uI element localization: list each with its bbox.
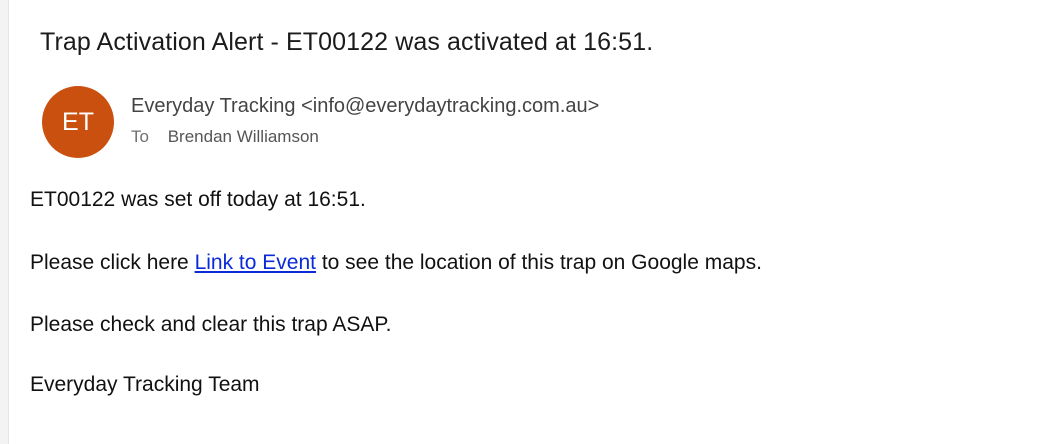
link-suffix-text: to see the location of this trap on Goog…: [315, 251, 762, 274]
avatar-initials: ET: [62, 107, 94, 136]
reading-pane-left-border: [0, 0, 9, 444]
sender-avatar[interactable]: ET: [42, 86, 114, 158]
recipient-row: To Brendan Williamson: [131, 127, 319, 147]
to-label: To: [131, 127, 149, 146]
email-subject: Trap Activation Alert - ET00122 was acti…: [40, 28, 654, 56]
body-line-activation: ET00122 was set off today at 16:51.: [30, 188, 366, 211]
email-signature: Everyday Tracking Team: [30, 373, 260, 396]
sender-name-address[interactable]: Everyday Tracking <info@everydaytracking…: [131, 95, 599, 118]
recipient-name[interactable]: Brendan Williamson: [168, 127, 319, 146]
body-line-link: Please click here Link to Event to see t…: [30, 251, 762, 275]
link-to-event[interactable]: Link to Event: [195, 251, 316, 274]
body-line-instruction: Please check and clear this trap ASAP.: [30, 313, 392, 336]
link-prefix-text: Please click here: [30, 251, 195, 274]
